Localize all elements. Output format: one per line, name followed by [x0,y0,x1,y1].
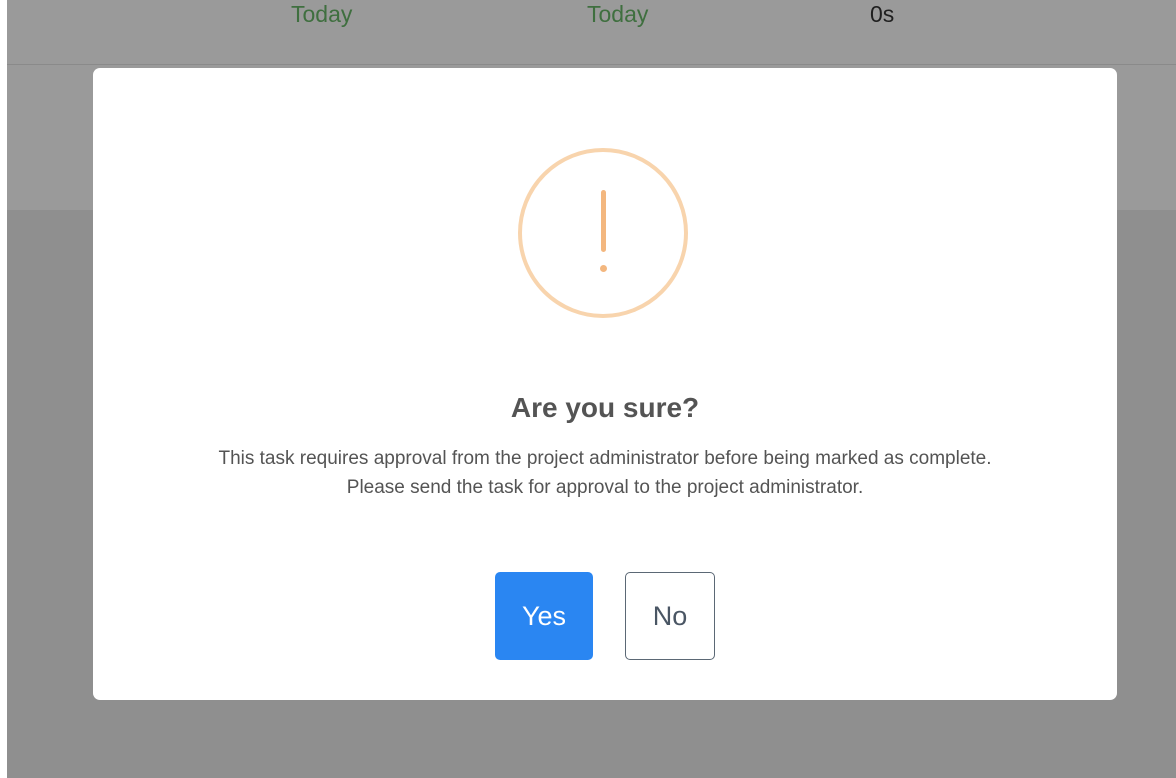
no-button[interactable]: No [625,572,715,660]
due-date-cell: Today [587,1,649,27]
confirmation-dialog: Are you sure? This task requires approva… [93,68,1117,700]
app-background: Today Today 0s Are you sure? This task r… [7,0,1176,778]
exclamation-bar [601,190,606,252]
page-edge [0,0,7,778]
duration-cell: 0s [870,1,895,27]
exclamation-dot [600,265,607,272]
start-date-cell: Today [291,1,353,27]
dialog-message: This task requires approval from the pro… [218,448,992,498]
table-row-divider [7,64,1176,65]
dialog-title: Are you sure? [510,392,700,423]
yes-button[interactable]: Yes [495,572,593,660]
exclamation-icon [518,148,688,318]
